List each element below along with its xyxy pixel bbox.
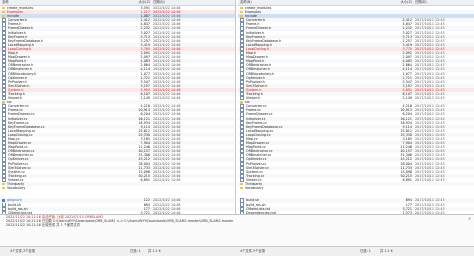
- folder-icon: [2, 6, 5, 10]
- close-icon[interactable]: ✕: [467, 216, 472, 221]
- folder-icon: [240, 14, 243, 18]
- left-header-date[interactable]: 日期(Q): [152, 0, 197, 5]
- folder-icon: [2, 186, 5, 190]
- left-folder-pane[interactable]: 名称 大小(Z) 日期(Q) create_modules 3,591 2022/4…: [0, 0, 236, 214]
- folder-icon: [240, 182, 243, 186]
- right-header-size[interactable]: 大小(Z): [360, 0, 414, 5]
- folder-icon: [240, 10, 243, 14]
- left-header-name[interactable]: 名称: [0, 0, 112, 5]
- session-log-panel: ✕ 2022/11/22 10:21:16 会话开始. 比较 2022/07/1…: [0, 214, 474, 246]
- right-header-name[interactable]: 名称(N): [238, 0, 360, 5]
- folder-icon: [240, 100, 243, 104]
- folder-icon: [240, 6, 243, 10]
- folder-icon: [2, 10, 5, 14]
- folder-icon: [240, 186, 243, 190]
- right-file-list: create_modules Examples include Converter.h…: [238, 6, 474, 214]
- right-folder-pane[interactable]: 名称(N) 大小(Z) 日期(D) create_modules Examples…: [238, 0, 474, 214]
- right-header-date[interactable]: 日期(D): [414, 0, 469, 5]
- folder-icon: [2, 182, 5, 186]
- left-file-list: create_modules 3,591 2022/4/22 14:46 Exampl…: [0, 6, 235, 214]
- folder-icon: [2, 100, 5, 104]
- left-header-size[interactable]: 大小(Z): [112, 0, 152, 5]
- folder-icon: [2, 14, 5, 18]
- file-blue-icon: [2, 199, 5, 202]
